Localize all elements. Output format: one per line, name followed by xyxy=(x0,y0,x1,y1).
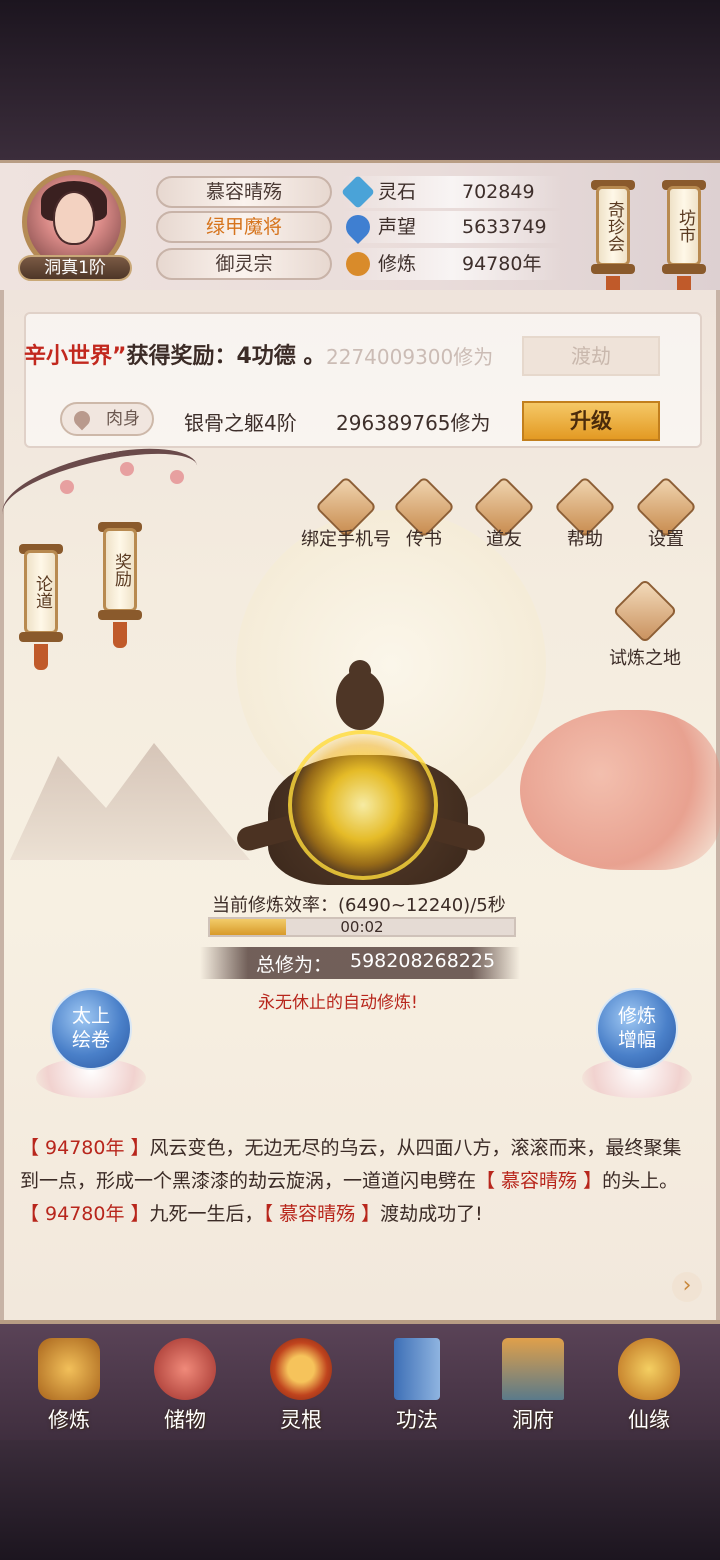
avatar-face xyxy=(53,191,95,245)
resource-value: 5633749 xyxy=(462,216,547,238)
tribulation-button[interactable]: 渡劫 xyxy=(522,336,660,376)
cultivation-icon xyxy=(38,1338,100,1400)
orb-label: 太上 xyxy=(71,1005,110,1027)
spirit-root-icon xyxy=(270,1338,332,1400)
flame-icon xyxy=(70,407,94,431)
gourd-icon xyxy=(618,1338,680,1400)
bottom-dark-band xyxy=(0,1440,720,1560)
meditation-icon xyxy=(346,252,370,276)
scroll-cap xyxy=(19,632,63,642)
jiangli-scroll[interactable]: 奖励 xyxy=(103,528,137,612)
orb-label: 修炼 xyxy=(617,1005,656,1027)
taishang-scroll-orb[interactable]: 太上 绘卷 xyxy=(50,988,132,1070)
scroll-cap xyxy=(98,610,142,620)
figure-head xyxy=(336,670,384,730)
reward-notice: 辛小世界”获得奖励：4功德 。 xyxy=(24,338,325,370)
cultivation-rate: 当前修炼效率：(6490~12240)/5秒 xyxy=(212,895,506,916)
row1-cultivation-value: 2274009300修为 xyxy=(326,345,494,369)
auto-cultivation-text: 永无休止的自动修炼! xyxy=(258,993,418,1013)
nav-label: 储物 xyxy=(164,1408,206,1432)
resource-reputation: 声望 5633749 xyxy=(341,210,562,244)
chevron-right-icon[interactable]: › xyxy=(672,1272,702,1302)
body-tag-label: 肉身 xyxy=(106,409,140,429)
menu-label: 设置 xyxy=(648,529,684,550)
scroll-cap xyxy=(591,264,635,274)
lundao-scroll[interactable]: 论道 xyxy=(24,550,58,634)
help-button[interactable]: 帮助 xyxy=(553,475,617,550)
reputation-icon xyxy=(341,210,375,244)
nav-cave-dwelling[interactable]: 洞府 xyxy=(478,1334,588,1440)
body-tag: 肉身 xyxy=(60,402,154,436)
golden-aura xyxy=(288,730,438,880)
log-year: 【 94780年 】 xyxy=(20,1137,150,1159)
cultivation-progress-bar: 00:02 xyxy=(208,917,516,937)
resource-label: 修炼 xyxy=(378,253,417,275)
resource-value: 702849 xyxy=(462,181,535,203)
orb-label: 增幅 xyxy=(617,1029,656,1051)
trial-ship-icon xyxy=(612,578,678,644)
player-title[interactable]: 绿甲魔将 xyxy=(156,211,332,243)
rank-badge: 洞真1阶 xyxy=(18,255,132,281)
mail-button[interactable]: 传书 xyxy=(392,475,456,550)
resource-spirit-stone: 灵石 702849 xyxy=(341,175,562,209)
nav-storage[interactable]: 储物 xyxy=(130,1334,240,1440)
nav-label: 修炼 xyxy=(48,1408,90,1432)
spirit-stone-icon xyxy=(341,175,375,209)
log-entry: 【 94780年 】九死一生后，【 慕容晴殇 】渡劫成功了! xyxy=(20,1198,700,1231)
orb-label: 绘卷 xyxy=(71,1029,110,1051)
blossom-tree-decoration xyxy=(520,710,720,870)
nav-spirit-root[interactable]: 灵根 xyxy=(246,1334,356,1440)
nav-cultivation[interactable]: 修炼 xyxy=(14,1334,124,1440)
nav-label: 仙缘 xyxy=(628,1408,670,1432)
tassel xyxy=(34,644,48,670)
blossom xyxy=(120,462,134,476)
settings-button[interactable]: 设置 xyxy=(634,475,698,550)
blossom xyxy=(170,470,184,484)
log-year: 【 94780年 】 xyxy=(20,1203,150,1225)
top-dark-band xyxy=(0,0,720,160)
fangshi-scroll[interactable]: 坊市 xyxy=(667,186,701,266)
storage-bag-icon xyxy=(154,1338,216,1400)
upgrade-button[interactable]: 升级 xyxy=(522,401,660,441)
progress-timer: 00:02 xyxy=(340,918,384,936)
nav-technique[interactable]: 功法 xyxy=(362,1334,472,1440)
nav-fate[interactable]: 仙缘 xyxy=(594,1334,704,1440)
notice-text: 获得奖励：4功德 。 xyxy=(126,344,326,369)
total-cultivation-label: 总修为： xyxy=(256,954,333,976)
trial-ground-button[interactable]: 试炼之地 xyxy=(600,578,690,670)
bind-phone-button[interactable]: 绑定手机号 xyxy=(301,475,391,550)
event-log: 【 94780年 】风云变色，无边无尽的乌云，从四面八方，滚滚而来，最终聚集到一… xyxy=(20,1132,700,1231)
resource-cultivation: 修炼 94780年 xyxy=(342,248,562,280)
nav-label: 灵根 xyxy=(280,1408,322,1432)
technique-book-icon xyxy=(394,1338,440,1400)
nav-label: 功法 xyxy=(396,1408,438,1432)
log-text: 九死一生后， xyxy=(149,1203,264,1225)
log-entry: 【 94780年 】风云变色，无边无尽的乌云，从四面八方，滚滚而来，最终聚集到一… xyxy=(20,1132,700,1198)
tassel xyxy=(113,622,127,648)
notice-highlight: 辛小世界” xyxy=(24,344,127,369)
cave-dwelling-icon xyxy=(502,1338,564,1400)
cultivation-boost-orb[interactable]: 修炼 增幅 xyxy=(596,988,678,1070)
resource-value: 94780年 xyxy=(462,253,542,275)
player-sect[interactable]: 御灵宗 xyxy=(156,248,332,280)
resource-label: 声望 xyxy=(378,216,417,238)
qizhenhui-scroll[interactable]: 奇珍会 xyxy=(596,186,630,266)
log-name: 【 慕容晴殇 】 xyxy=(263,1203,381,1225)
friends-button[interactable]: 道友 xyxy=(472,475,536,550)
trial-label: 试炼之地 xyxy=(609,648,681,669)
blossom xyxy=(60,480,74,494)
bottom-nav: 修炼 储物 灵根 功法 洞府 仙缘 xyxy=(0,1320,720,1442)
resource-label: 灵石 xyxy=(378,181,417,203)
body-realm-name: 银骨之躯4阶 xyxy=(184,411,297,435)
total-cultivation-value: 598208268225 xyxy=(350,950,496,972)
nav-label: 洞府 xyxy=(512,1408,554,1432)
player-name: 慕容晴殇 xyxy=(156,176,332,208)
body-realm-value: 296389765修为 xyxy=(336,411,491,435)
log-text: 渡劫成功了! xyxy=(380,1203,483,1225)
log-name: 【 慕容晴殇 】 xyxy=(476,1170,603,1192)
log-text: 的头上。 xyxy=(602,1170,679,1192)
scroll-cap xyxy=(662,264,706,274)
